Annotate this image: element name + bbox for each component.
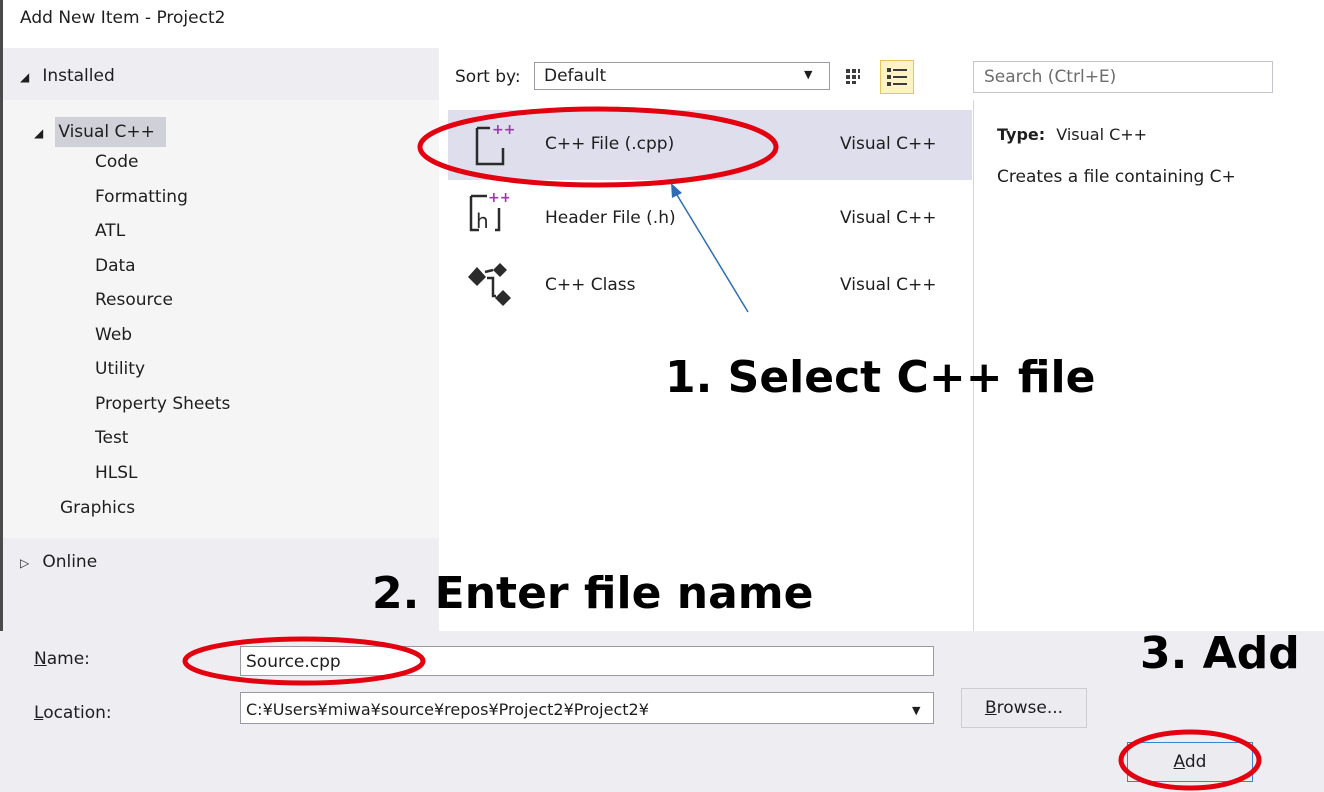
list-details-icon [887,68,907,86]
tree-node-property-sheets[interactable]: Property Sheets [95,394,230,429]
browse-label-rest: rowse... [996,698,1064,718]
expanded-triangle-icon: ◢ [20,70,30,84]
svg-text:++: ++ [492,122,514,138]
step-2-annotation: 2. Enter file name [372,568,814,619]
expanded-triangle-icon: ◢ [34,126,44,140]
tree-node-test[interactable]: Test [95,428,230,463]
installed-node[interactable]: ◢ Installed [20,66,115,86]
small-icons-view-button[interactable] [838,62,872,92]
tree-node-code[interactable]: Code [95,152,230,187]
name-field-value: Source.cpp [246,652,341,672]
visual-cpp-children: Code Formatting ATL Data Resource Web Ut… [95,152,230,497]
details-type-label: Type: [997,125,1046,144]
template-type: Visual C++ [840,208,937,228]
step-1-annotation: 1. Select C++ file [665,352,1096,403]
sort-value: Default [544,66,607,86]
location-accesskey: L [34,703,44,723]
chevron-down-icon: ▼ [804,68,813,81]
template-type: Visual C++ [840,275,937,295]
tree-node-hlsl[interactable]: HLSL [95,463,230,498]
details-type: Type: Visual C++ [997,125,1147,144]
search-placeholder: Search (Ctrl+E) [984,67,1117,87]
add-label-rest: dd [1184,752,1207,772]
details-view-button[interactable] [880,60,914,94]
header-file-icon: h ++ [463,186,511,240]
add-button[interactable]: Add [1127,742,1253,782]
online-node[interactable]: ▷ Online [20,552,97,572]
step-3-annotation: 3. Add [1140,628,1300,679]
chevron-down-icon[interactable]: ▼ [912,704,920,717]
tree-node-resource[interactable]: Resource [95,290,230,325]
location-label: Location: [34,703,112,723]
browse-button[interactable]: Browse... [961,688,1087,728]
tree-node-atl[interactable]: ATL [95,221,230,256]
tree-node-data[interactable]: Data [95,256,230,291]
location-field-value: C:¥Users¥miwa¥source¥repos¥Project2¥Proj… [246,700,649,719]
location-label-rest: ocation: [43,703,112,723]
installed-label: Installed [42,66,115,86]
window-title: Add New Item - Project2 [20,8,226,28]
name-label-rest: ame: [46,649,90,669]
tree-node-web[interactable]: Web [95,325,230,360]
name-field[interactable] [240,646,934,676]
svg-text:++: ++ [488,190,509,206]
name-accesskey: N [34,649,47,669]
tree-node-label: Visual C++ [58,122,155,142]
browse-accesskey: B [984,698,997,718]
small-icons-grid-icon [846,69,860,84]
tree-node-utility[interactable]: Utility [95,359,230,394]
cpp-file-icon: ++ [470,118,515,174]
template-name[interactable]: C++ File (.cpp) [545,134,674,154]
name-label: Name: [34,649,90,669]
template-name[interactable]: C++ Class [545,275,636,295]
svg-text:h: h [476,209,489,233]
add-accesskey: A [1173,752,1185,772]
sort-label: Sort by: [455,67,521,87]
template-type: Visual C++ [840,134,937,154]
tree-node-formatting[interactable]: Formatting [95,187,230,222]
tree-node-graphics[interactable]: Graphics [60,498,135,518]
template-name[interactable]: Header File (.h) [545,208,676,228]
online-label: Online [42,552,98,572]
details-description: Creates a file containing C+ [997,167,1236,187]
class-icon [463,252,523,316]
details-type-value: Visual C++ [1056,125,1148,144]
tree-node-visual-cpp[interactable]: ◢ Visual C++ [34,122,155,142]
collapsed-triangle-icon: ▷ [20,556,30,570]
